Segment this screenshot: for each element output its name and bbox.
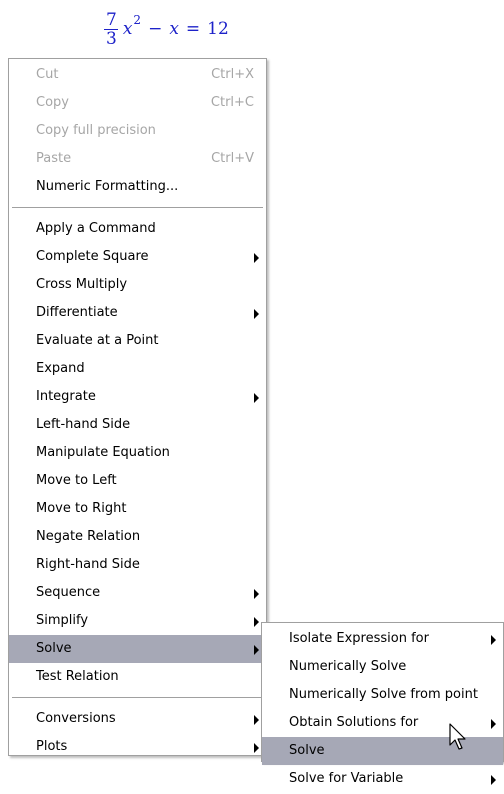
menu-item-label: Numeric Formatting...	[36, 179, 179, 194]
submenu-arrow-icon	[491, 635, 496, 645]
menu-item-solve[interactable]: Solve	[9, 635, 266, 663]
menu-item-label: Test Relation	[36, 669, 119, 684]
menu-item-evaluate-at-point[interactable]: Evaluate at a Point	[9, 327, 266, 355]
menu-item-move-to-right[interactable]: Move to Right	[9, 495, 266, 523]
equation-rhs: 12	[207, 19, 229, 39]
menu-item-manipulate-equation[interactable]: Manipulate Equation	[9, 439, 266, 467]
menu-item-negate-relation[interactable]: Negate Relation	[9, 523, 266, 551]
shortcut-label: Ctrl+V	[211, 151, 254, 166]
menu-item-label: Solve	[36, 641, 72, 656]
menu-separator	[12, 207, 263, 208]
menu-item-cut[interactable]: Cut Ctrl+X	[9, 61, 266, 89]
menu-item-simplify[interactable]: Simplify	[9, 607, 266, 635]
submenu-arrow-icon	[254, 617, 259, 627]
menu-item-label: Expand	[36, 361, 85, 376]
submenu-arrow-icon	[254, 393, 259, 403]
menu-item-differentiate[interactable]: Differentiate	[9, 299, 266, 327]
menu-item-label: Integrate	[36, 389, 96, 404]
context-menu: Cut Ctrl+X Copy Ctrl+C Copy full precisi…	[8, 58, 267, 756]
menu-item-label: Simplify	[36, 613, 89, 628]
menu-item-label: Complete Square	[36, 249, 149, 264]
menu-item-label: Right-hand Side	[36, 557, 140, 572]
menu-item-label: Apply a Command	[36, 221, 156, 236]
equation-minus: −	[148, 19, 163, 39]
equation-equals: =	[185, 19, 201, 39]
menu-item-label: Conversions	[36, 711, 116, 726]
fraction-denominator: 3	[106, 28, 117, 49]
shortcut-label: Ctrl+C	[210, 95, 254, 110]
menu-item-label: Obtain Solutions for	[289, 715, 419, 730]
menu-item-complete-square[interactable]: Complete Square	[9, 243, 266, 271]
menu-item-label: Cross Multiply	[36, 277, 128, 292]
menu-item-label: Evaluate at a Point	[36, 333, 159, 348]
equation-display: 7 3 x 2 − x = 12	[104, 4, 229, 54]
menu-item-move-to-left[interactable]: Move to Left	[9, 467, 266, 495]
menu-item-label: Differentiate	[36, 305, 118, 320]
submenu-item-isolate-expression[interactable]: Isolate Expression for	[262, 625, 503, 653]
fraction-numerator: 7	[106, 9, 117, 30]
menu-item-sequence[interactable]: Sequence	[9, 579, 266, 607]
menu-item-right-hand-side[interactable]: Right-hand Side	[9, 551, 266, 579]
submenu-arrow-icon	[254, 309, 259, 319]
menu-separator	[12, 697, 263, 698]
menu-item-label: Copy	[36, 95, 69, 110]
menu-item-label: Negate Relation	[36, 529, 141, 544]
menu-item-expand[interactable]: Expand	[9, 355, 266, 383]
menu-item-integrate[interactable]: Integrate	[9, 383, 266, 411]
submenu-arrow-icon	[491, 775, 496, 785]
submenu-item-solve-for-variable[interactable]: Solve for Variable	[262, 765, 503, 793]
mouse-pointer-icon	[449, 723, 466, 750]
menu-item-label: Manipulate Equation	[36, 445, 170, 460]
menu-item-plots[interactable]: Plots	[9, 733, 266, 761]
menu-item-label: Left-hand Side	[36, 417, 131, 432]
menu-item-label: Solve	[289, 743, 325, 758]
submenu-arrow-icon	[491, 719, 496, 729]
submenu-arrow-icon	[254, 715, 259, 725]
menu-item-label: Solve for Variable	[289, 771, 404, 786]
menu-item-copy-full-precision[interactable]: Copy full precision	[9, 117, 266, 145]
menu-item-copy[interactable]: Copy Ctrl+C	[9, 89, 266, 117]
menu-item-label: Sequence	[36, 585, 101, 600]
submenu-arrow-icon	[254, 589, 259, 599]
equation-variable-2: x	[169, 19, 179, 39]
menu-item-label: Move to Right	[36, 501, 127, 516]
menu-item-label: Numerically Solve from point	[289, 687, 478, 702]
submenu-arrow-icon	[254, 253, 259, 263]
menu-item-label: Isolate Expression for	[289, 631, 429, 646]
fraction: 7 3	[104, 11, 119, 48]
menu-item-paste[interactable]: Paste Ctrl+V	[9, 145, 266, 173]
menu-item-label: Cut	[36, 67, 59, 82]
menu-item-label: Numerically Solve	[289, 659, 407, 674]
menu-item-label: Copy full precision	[36, 123, 156, 138]
shortcut-label: Ctrl+X	[211, 67, 254, 82]
menu-item-cross-multiply[interactable]: Cross Multiply	[9, 271, 266, 299]
menu-item-label: Move to Left	[36, 473, 117, 488]
menu-item-label: Plots	[36, 739, 68, 754]
submenu-arrow-icon	[254, 743, 259, 753]
menu-item-apply-command[interactable]: Apply a Command	[9, 215, 266, 243]
equation-exponent: 2	[133, 13, 142, 27]
menu-item-label: Paste	[36, 151, 72, 166]
equation-variable: x	[122, 19, 133, 39]
submenu-item-numerically-solve[interactable]: Numerically Solve	[262, 653, 503, 681]
menu-item-left-hand-side[interactable]: Left-hand Side	[9, 411, 266, 439]
submenu-item-numerically-solve-from-point[interactable]: Numerically Solve from point	[262, 681, 503, 709]
menu-item-numeric-formatting[interactable]: Numeric Formatting...	[9, 173, 266, 201]
menu-item-test-relation[interactable]: Test Relation	[9, 663, 266, 691]
submenu-arrow-icon	[254, 645, 259, 655]
menu-item-conversions[interactable]: Conversions	[9, 705, 266, 733]
